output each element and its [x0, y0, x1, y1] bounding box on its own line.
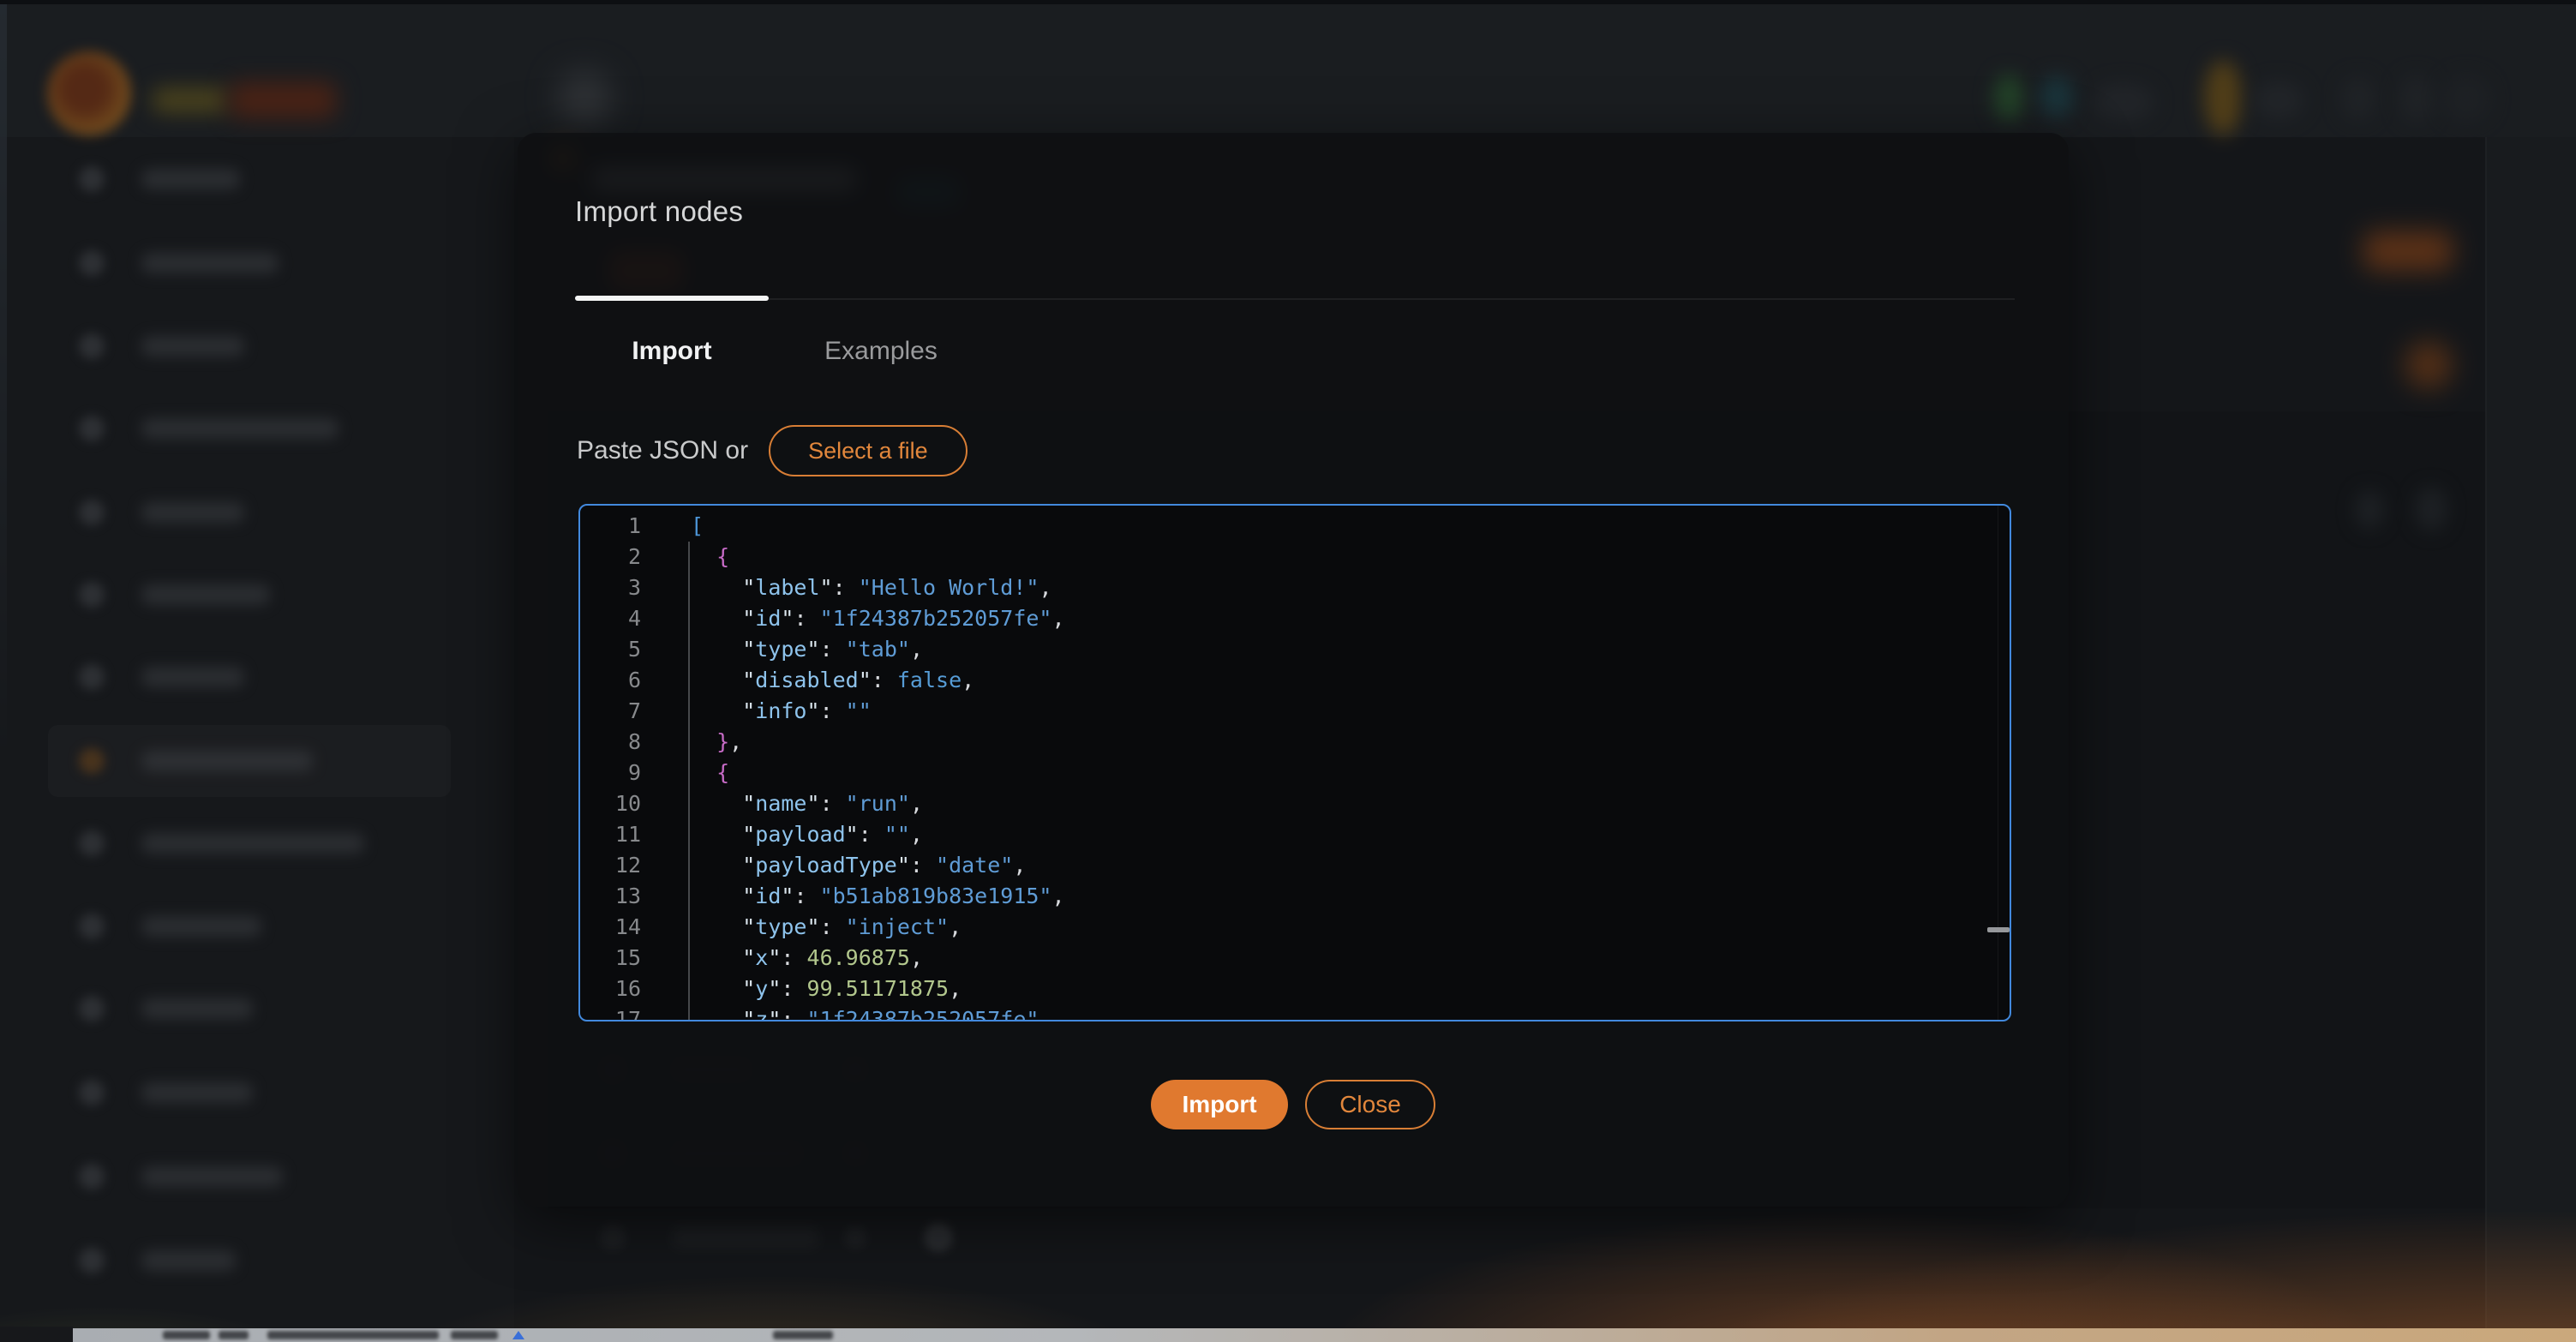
json-editor[interactable]: 1[2 {3 "label": "Hello World!",4 "id": "… [578, 504, 2011, 1021]
code-line: 5 "type": "tab", [580, 634, 2010, 665]
taskbar-sliver [73, 1328, 2576, 1342]
line-number: 6 [580, 665, 641, 696]
dialog-tabs: Import Examples [575, 328, 993, 374]
tab-import[interactable]: Import [575, 328, 769, 374]
tab-examples[interactable]: Examples [769, 328, 993, 374]
code-line: 13 "id": "b51ab819b83e1915", [580, 881, 2010, 912]
code-line: 1[ [580, 511, 2010, 542]
tab-divider-line [575, 298, 2015, 300]
line-number: 12 [580, 850, 641, 881]
code-line: 15 "x": 46.96875, [580, 943, 2010, 974]
code-line: 17 "z": "1f24387b252057fe", [580, 1004, 2010, 1020]
code-line: 14 "type": "inject", [580, 912, 2010, 943]
code-line: 11 "payload": "", [580, 819, 2010, 850]
line-number: 3 [580, 572, 641, 603]
app-screen: Import nodes Import Examples Paste JSON … [0, 0, 2576, 1342]
editor-scrollbar-thumb[interactable] [1987, 927, 2010, 932]
line-number: 17 [580, 1004, 641, 1020]
taskbar-arrow-icon [512, 1331, 524, 1339]
line-number: 5 [580, 634, 641, 665]
code-line: 9 { [580, 758, 2010, 788]
import-nodes-dialog: Import nodes Import Examples Paste JSON … [518, 133, 2069, 1207]
taskbar-text-blur [773, 1331, 833, 1339]
taskbar-text-blur [267, 1331, 439, 1339]
line-number: 15 [580, 943, 641, 974]
gutter-separator [688, 542, 690, 1020]
active-tab-indicator [575, 296, 769, 301]
code-line: 16 "y": 99.51171875, [580, 974, 2010, 1004]
paste-json-label: Paste JSON or [577, 436, 748, 465]
code-line: 2 { [580, 542, 2010, 572]
line-number: 4 [580, 603, 641, 634]
code-line: 8 }, [580, 727, 2010, 758]
code-line: 7 "info": "" [580, 696, 2010, 727]
paste-json-row: Paste JSON or Select a file [577, 425, 967, 476]
taskbar-text-blur [163, 1331, 210, 1339]
line-number: 11 [580, 819, 641, 850]
code-line: 12 "payloadType": "date", [580, 850, 2010, 881]
code-line: 3 "label": "Hello World!", [580, 572, 2010, 603]
line-number: 16 [580, 974, 641, 1004]
import-button[interactable]: Import [1151, 1080, 1288, 1129]
dialog-footer: Import Close [518, 1080, 2069, 1129]
line-number: 8 [580, 727, 641, 758]
dialog-title: Import nodes [575, 195, 743, 228]
line-number: 9 [580, 758, 641, 788]
line-number: 2 [580, 542, 641, 572]
taskbar-corner [0, 1327, 73, 1342]
line-number: 7 [580, 696, 641, 727]
line-number: 14 [580, 912, 641, 943]
taskbar-text-blur [219, 1331, 249, 1339]
code-line: 10 "name": "run", [580, 788, 2010, 819]
select-file-button[interactable]: Select a file [769, 425, 967, 476]
line-number: 1 [580, 511, 641, 542]
close-button[interactable]: Close [1305, 1080, 1435, 1129]
json-editor-content[interactable]: 1[2 {3 "label": "Hello World!",4 "id": "… [580, 506, 2010, 1020]
line-number: 10 [580, 788, 641, 819]
code-line: 4 "id": "1f24387b252057fe", [580, 603, 2010, 634]
line-number: 13 [580, 881, 641, 912]
taskbar-text-blur [451, 1331, 498, 1339]
code-line: 6 "disabled": false, [580, 665, 2010, 696]
